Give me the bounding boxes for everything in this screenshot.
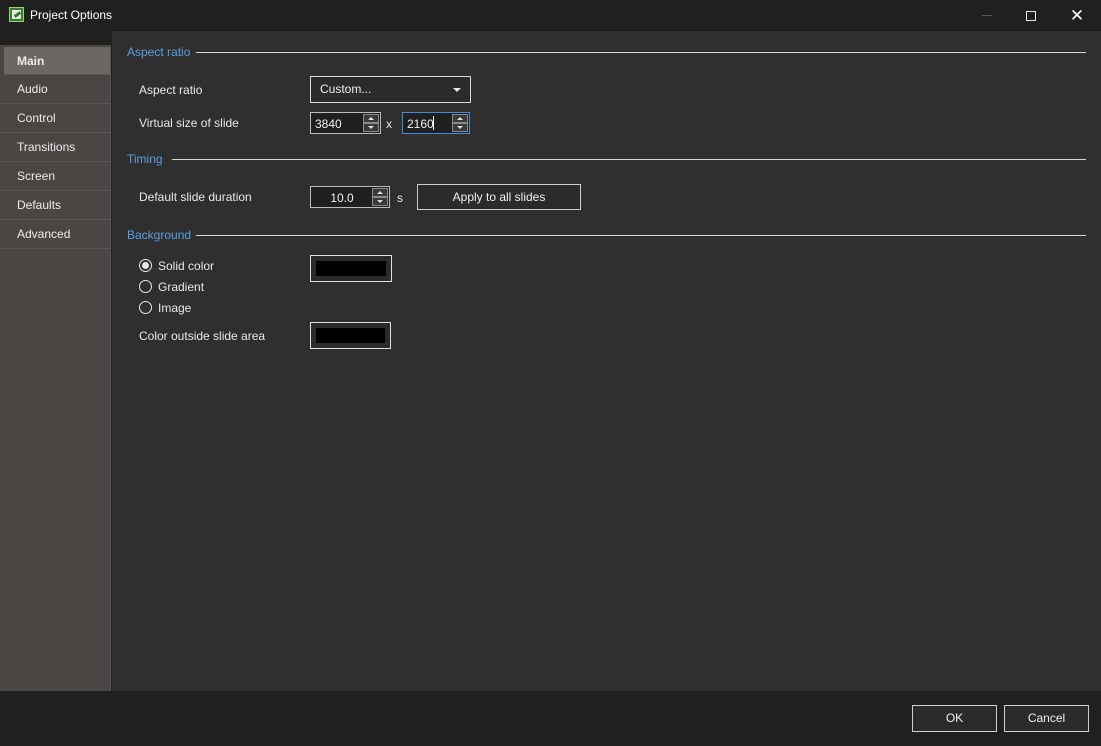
- slide-duration-label: Default slide duration: [139, 190, 252, 204]
- sidebar-item-transitions[interactable]: Transitions: [0, 133, 110, 162]
- section-title-timing: Timing: [127, 152, 163, 166]
- chevron-down-icon: [453, 88, 461, 92]
- sidebar: Main Audio Control Transitions Screen De…: [0, 45, 111, 691]
- aspect-ratio-value: Custom...: [320, 82, 372, 96]
- title-bar: Project Options ✕: [0, 0, 1101, 31]
- slide-duration-stepper[interactable]: 10.0: [310, 186, 390, 208]
- aspect-ratio-dropdown[interactable]: Custom...: [310, 76, 471, 103]
- sidebar-item-defaults[interactable]: Defaults: [0, 191, 110, 220]
- window-title: Project Options: [30, 8, 113, 22]
- apply-to-all-slides-button[interactable]: Apply to all slides: [417, 184, 581, 210]
- virtual-size-label: Virtual size of slide: [139, 116, 239, 130]
- section-title-background: Background: [127, 228, 192, 242]
- width-down-arrow-icon[interactable]: [363, 123, 379, 132]
- main-panel: Aspect ratio Aspect ratio Custom... Virt…: [112, 31, 1101, 691]
- solid-color-radio[interactable]: [139, 259, 152, 272]
- gradient-radio[interactable]: [139, 280, 152, 293]
- minimize-icon: [982, 15, 992, 16]
- sidebar-item-audio[interactable]: Audio: [0, 75, 110, 104]
- slide-width-value: 3840: [315, 117, 342, 131]
- maximize-icon: [1026, 10, 1036, 21]
- section-title-aspect: Aspect ratio: [127, 45, 191, 59]
- slide-height-stepper[interactable]: 2160: [402, 112, 470, 134]
- width-up-arrow-icon[interactable]: [363, 114, 379, 123]
- text-caret: [433, 116, 434, 130]
- ok-button[interactable]: OK: [912, 705, 997, 732]
- slide-width-stepper[interactable]: 3840: [310, 112, 381, 134]
- maximize-button[interactable]: [1008, 0, 1054, 31]
- slide-duration-value: 10.0: [330, 191, 354, 205]
- sidebar-item-screen[interactable]: Screen: [0, 162, 110, 191]
- solid-color-fill: [316, 261, 386, 276]
- close-button[interactable]: ✕: [1054, 0, 1100, 31]
- duration-up-arrow-icon[interactable]: [372, 188, 388, 197]
- duration-unit: s: [397, 191, 403, 205]
- outside-color-label: Color outside slide area: [139, 329, 266, 343]
- sidebar-item-main[interactable]: Main: [4, 47, 110, 75]
- duration-down-arrow-icon[interactable]: [372, 197, 388, 206]
- section-divider: [172, 159, 1086, 160]
- minimize-button[interactable]: [964, 0, 1010, 31]
- app-icon: [9, 7, 24, 22]
- height-down-arrow-icon[interactable]: [452, 123, 468, 132]
- outside-color-swatch[interactable]: [310, 322, 391, 349]
- outside-color-fill: [316, 328, 385, 343]
- sidebar-item-control[interactable]: Control: [0, 104, 110, 133]
- image-radio[interactable]: [139, 301, 152, 314]
- solid-color-label: Solid color: [158, 259, 215, 273]
- aspect-ratio-label: Aspect ratio: [139, 83, 203, 97]
- section-divider: [196, 235, 1086, 236]
- solid-color-swatch[interactable]: [310, 255, 392, 282]
- section-divider: [196, 52, 1086, 53]
- height-up-arrow-icon[interactable]: [452, 114, 468, 123]
- size-separator: x: [386, 117, 392, 131]
- cancel-button[interactable]: Cancel: [1004, 705, 1089, 732]
- image-label: Image: [158, 301, 192, 315]
- close-icon: ✕: [1069, 5, 1085, 26]
- gradient-label: Gradient: [158, 280, 205, 294]
- slide-height-value: 2160: [407, 117, 434, 131]
- sidebar-item-advanced[interactable]: Advanced: [0, 220, 110, 249]
- dialog-footer: OK Cancel: [0, 691, 1101, 746]
